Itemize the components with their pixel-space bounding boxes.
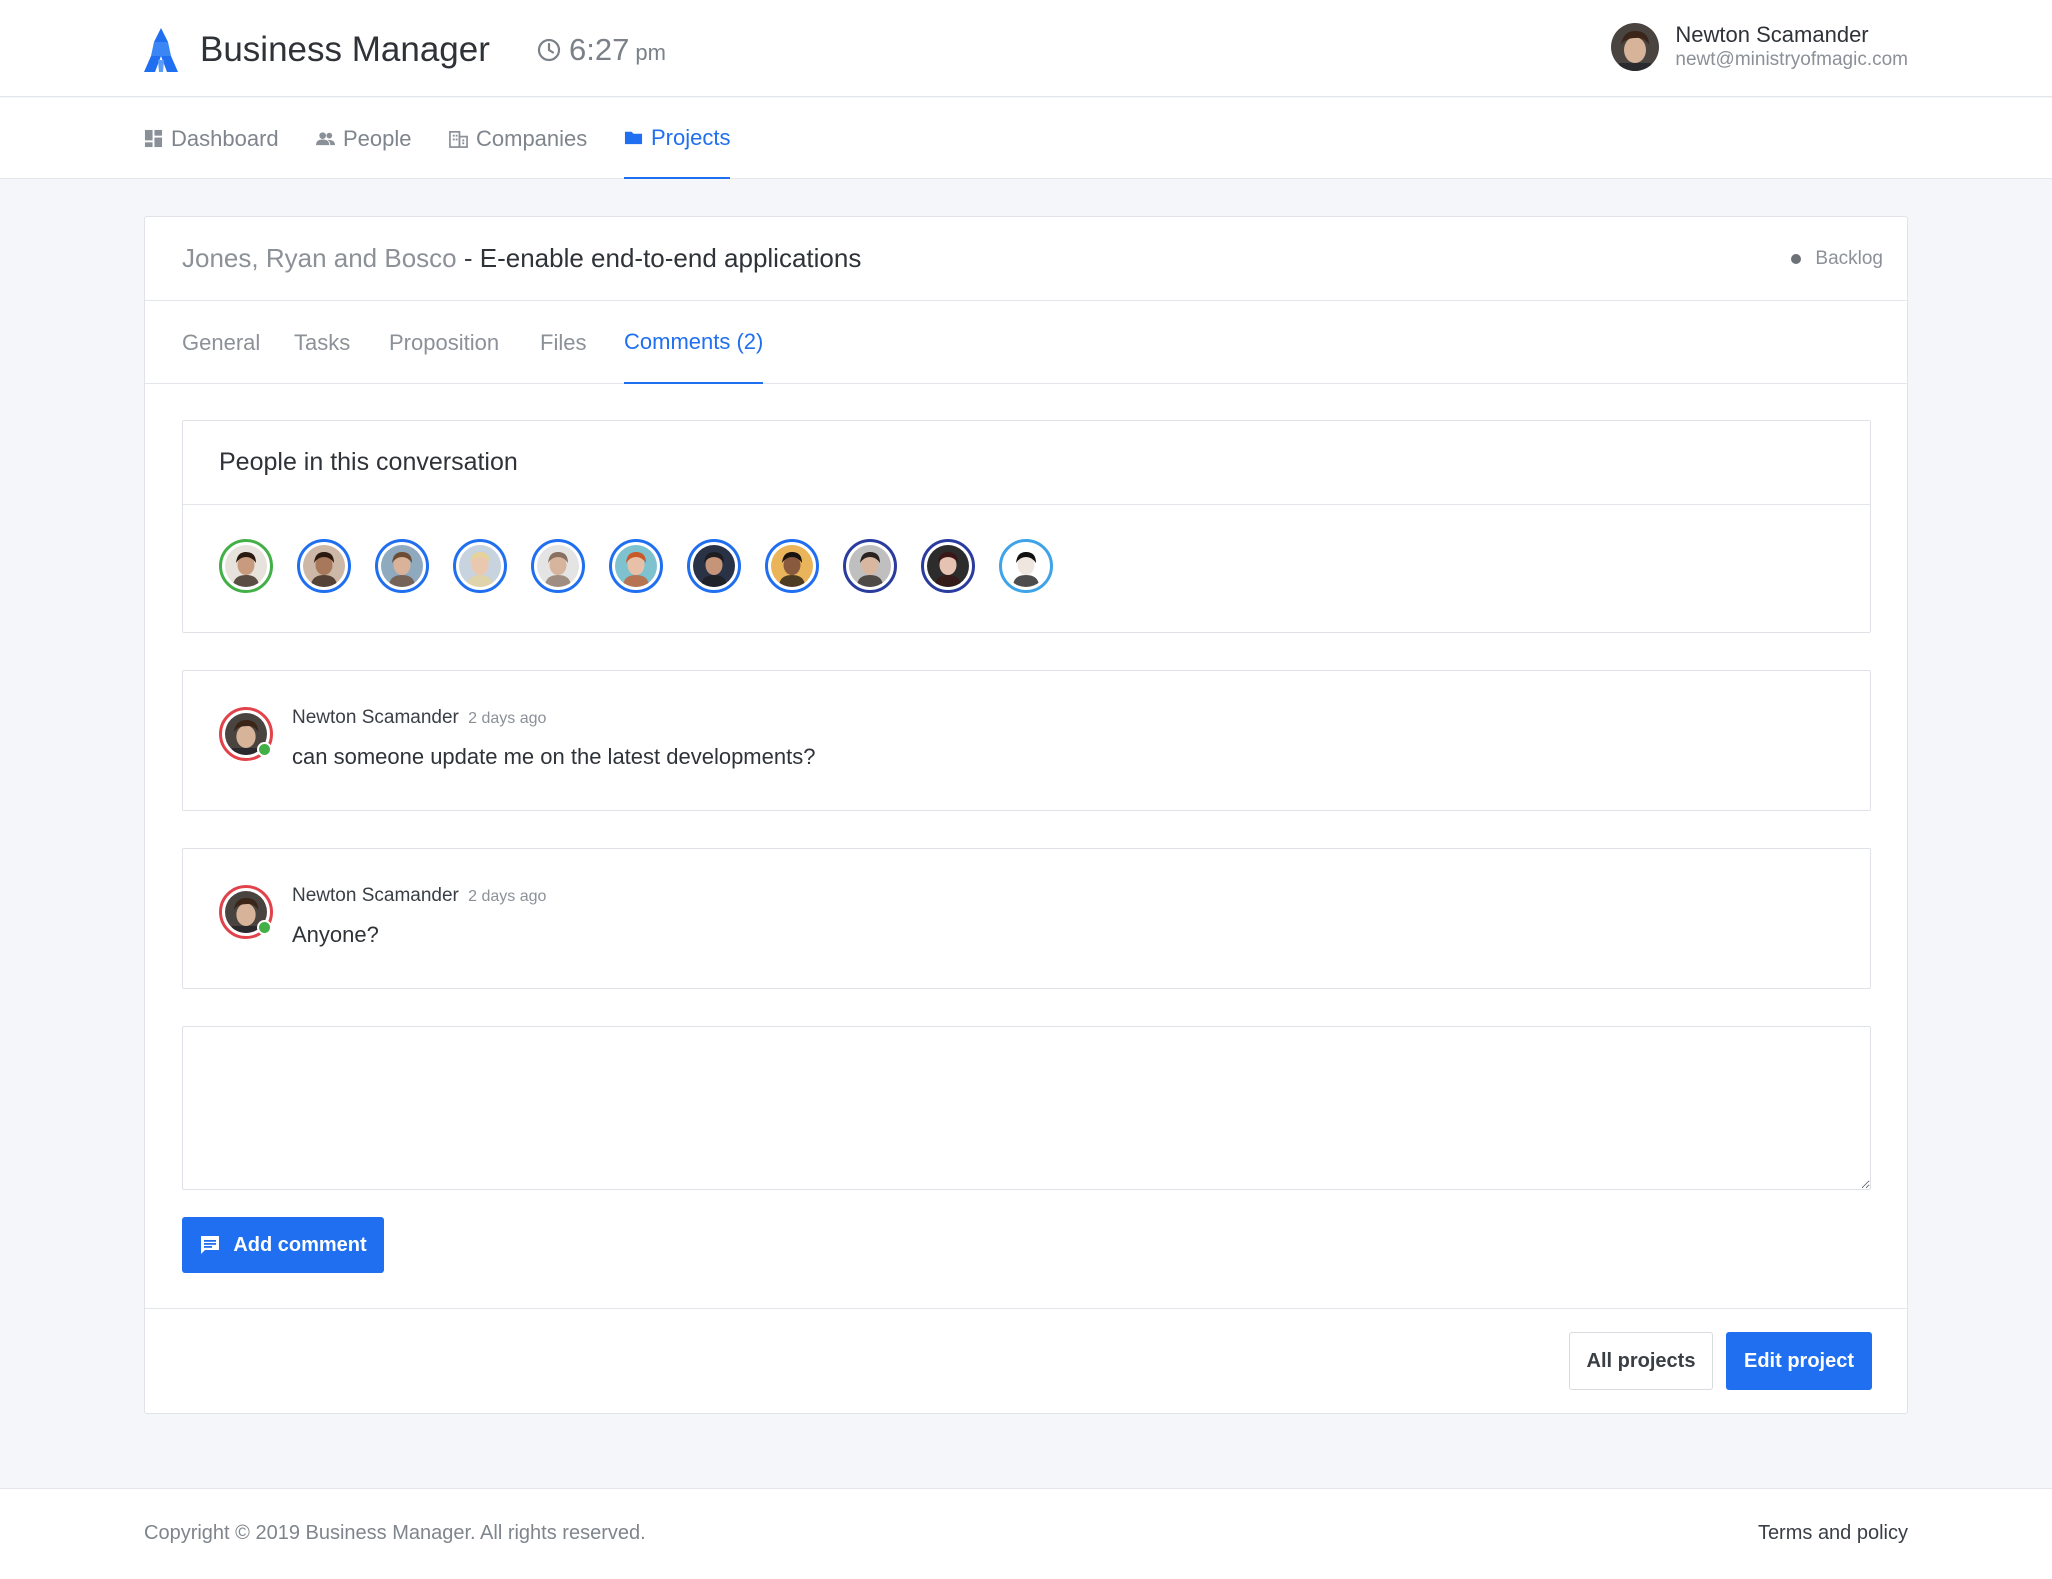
top-bar: Business Manager 6:27 pm Newton Scamande… [0,0,2052,97]
comment-icon [201,1236,220,1254]
nav-people-label: People [343,125,412,151]
participant-avatar-image [537,545,579,587]
user-name: Newton Scamander [1675,22,1869,47]
participant-avatar[interactable] [921,539,975,593]
comment-author[interactable]: Newton Scamander [292,707,459,728]
participant-avatar[interactable] [687,539,741,593]
project-card: Jones, Ryan and Bosco - E-enable end-to-… [144,216,1908,1414]
participant-avatar[interactable] [531,539,585,593]
participant-avatar-list [219,539,1077,593]
copyright-text: Copyright © 2019 Business Manager. All r… [144,1522,646,1544]
comment-time: 2 days ago [468,710,547,727]
comment-input[interactable] [182,1026,1871,1190]
participant-avatar[interactable] [609,539,663,593]
app-name: Business Manager [200,30,490,69]
project-tabs: General Tasks Proposition Files Comments… [145,301,1907,384]
participant-avatar-image [303,545,345,587]
comment-meta: Newton Scamander 2 days ago [292,885,546,907]
status-badge: Backlog [1791,248,1883,270]
nav-companies-label: Companies [476,125,588,151]
avatar[interactable] [1611,23,1660,71]
participant-avatar[interactable] [219,539,273,593]
people-icon [316,132,335,146]
dashboard-icon [144,129,163,148]
tab-general[interactable]: General [182,301,260,384]
participant-avatar-image [771,545,813,587]
participant-avatar[interactable] [297,539,351,593]
clock-icon [537,38,561,62]
comment-author-avatar[interactable] [219,707,273,761]
comment-text: Anyone? [292,922,379,947]
project-header: Jones, Ryan and Bosco - E-enable end-to-… [145,217,1907,301]
participant-avatar-image [693,545,735,587]
card-footer: All projects Edit project [145,1308,1907,1414]
comment-author-avatar[interactable] [219,885,273,939]
page-footer: Copyright © 2019 Business Manager. All r… [0,1488,2052,1579]
all-projects-button[interactable]: All projects [1569,1332,1713,1390]
logo-icon [144,28,178,72]
participant-avatar[interactable] [375,539,429,593]
online-status-icon [257,742,272,757]
comment-item: Newton Scamander 2 days ago can someone … [182,670,1871,811]
comment-time: 2 days ago [468,888,547,905]
user-email: newt@ministryofmagic.com [1675,49,1908,70]
nav-dashboard-label: Dashboard [171,125,279,151]
participant-avatar-image [1005,545,1047,587]
status-label: Backlog [1815,248,1883,269]
project-name: E-enable end-to-end applications [479,243,862,273]
user-menu[interactable]: Newton Scamander newt@ministryofmagic.co… [1611,22,1908,72]
participant-avatar-image [225,545,267,587]
online-status-icon [257,920,272,935]
participant-avatar-image [381,545,423,587]
participant-avatar[interactable] [999,539,1053,593]
folder-icon [624,131,643,145]
nav-companies[interactable]: Companies [449,98,587,179]
tab-files[interactable]: Files [540,301,586,384]
nav-projects[interactable]: Projects [624,98,731,179]
add-comment-label: Add comment [233,1233,367,1256]
status-dot-icon [1791,254,1802,264]
comment-meta: Newton Scamander 2 days ago [292,707,546,729]
participant-avatar-image [927,545,969,587]
participant-avatar-image [615,545,657,587]
participant-avatar[interactable] [453,539,507,593]
edit-project-button[interactable]: Edit project [1726,1332,1872,1390]
project-title: Jones, Ryan and Bosco - E-enable end-to-… [182,243,861,274]
title-separator: - [456,243,480,273]
building-icon [449,130,468,148]
brand[interactable]: Business Manager [144,28,490,72]
comment-author[interactable]: Newton Scamander [292,885,459,906]
nav-dashboard[interactable]: Dashboard [144,98,279,179]
participant-avatar-image [459,545,501,587]
add-comment-button[interactable]: Add comment [182,1217,384,1273]
participants-title: People in this conversation [183,421,1870,505]
tab-proposition[interactable]: Proposition [389,301,499,384]
main-nav: Dashboard People Companies Projects [0,98,2052,179]
nav-projects-label: Projects [651,124,731,150]
participant-avatar[interactable] [765,539,819,593]
user-avatar-image [1611,23,1660,71]
tab-comments[interactable]: Comments (2) [624,301,764,384]
project-company[interactable]: Jones, Ryan and Bosco [182,243,457,273]
participant-avatar-image [849,545,891,587]
tab-tasks[interactable]: Tasks [294,301,350,384]
conversation-participants-panel: People in this conversation [182,420,1871,633]
terms-link[interactable]: Terms and policy [1758,1522,1908,1545]
clock-time: 6:27 [569,32,630,67]
comment-text: can someone update me on the latest deve… [292,744,816,769]
clock-ampm: pm [635,40,666,65]
comment-item: Newton Scamander 2 days ago Anyone? [182,848,1871,989]
nav-people[interactable]: People [316,98,412,179]
participant-avatar[interactable] [843,539,897,593]
clock: 6:27 pm [537,32,666,68]
